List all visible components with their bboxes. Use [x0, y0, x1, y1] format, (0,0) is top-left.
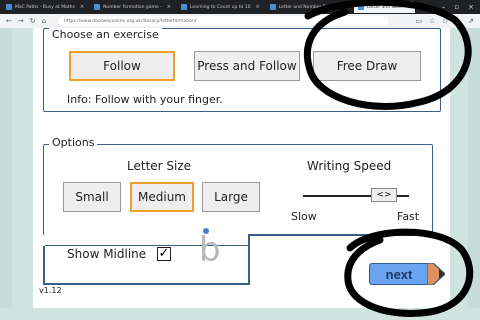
options-step-border — [248, 234, 433, 236]
reading-view-icon[interactable]: ▭ — [415, 17, 422, 25]
close-icon[interactable]: × — [80, 4, 84, 10]
browser-tab[interactable]: Letter and Number Format × — [266, 1, 352, 13]
next-button[interactable]: next — [369, 263, 429, 285]
show-midline-label: Show Midline — [67, 247, 147, 261]
options-group-title: Options — [49, 136, 98, 149]
back-icon[interactable]: ← — [6, 17, 12, 25]
preview-letter: b — [199, 230, 221, 270]
writing-speed-label: Writing Speed — [307, 159, 392, 173]
version-label: v1.12 — [39, 286, 62, 295]
favorite-star-icon[interactable]: ☆ — [429, 17, 435, 25]
left-gutter — [0, 28, 12, 308]
close-icon[interactable]: × — [344, 4, 348, 10]
options-left-border-extension — [43, 244, 45, 284]
tab-favicon-icon — [180, 4, 187, 10]
tab-label: Learning to Count up to 10 — [189, 4, 251, 10]
close-icon[interactable]: × — [167, 4, 171, 10]
tab-label: Letter and Number Format — [278, 4, 339, 10]
tab-label: MaC Paths - Busy at Maths — [15, 4, 75, 10]
url-text: https://www.doorwayonline.org.uk/literac… — [64, 18, 197, 24]
options-bottom-border — [43, 283, 250, 285]
follow-button[interactable]: Follow — [69, 51, 175, 81]
browser-tab[interactable]: MaC Paths - Busy at Maths × — [2, 1, 88, 13]
share-icon[interactable]: ⇗ — [468, 17, 474, 25]
letter-formation-app: Choose an exercise Follow Press and Foll… — [33, 28, 450, 308]
options-notch-mask — [248, 234, 438, 248]
close-icon[interactable]: × — [255, 4, 259, 10]
size-medium-button[interactable]: Medium — [130, 182, 194, 212]
exercise-info: Info: Follow with your finger. — [67, 93, 223, 106]
close-window-icon[interactable]: × — [468, 3, 474, 11]
browser-tab[interactable]: Number formation game - × — [90, 1, 175, 13]
browser-tab-bar: MaC Paths - Busy at Maths × Number format… — [0, 0, 480, 14]
free-draw-button[interactable]: Free Draw — [313, 51, 421, 81]
tab-label: Number formation game - — [103, 4, 162, 10]
minimize-icon[interactable]: – — [442, 3, 446, 11]
browser-tab-active[interactable]: Letter and Num × — [353, 1, 416, 13]
url-field[interactable]: https://www.doorwayonline.org.uk/literac… — [58, 16, 389, 26]
reload-icon[interactable]: ↻ — [30, 17, 36, 25]
home-icon[interactable]: ⌂ — [42, 17, 46, 25]
border-gap — [43, 235, 45, 246]
show-midline-checkbox[interactable]: ✓ — [157, 247, 171, 261]
letter-preview: b — [199, 228, 229, 272]
tab-favicon-icon — [269, 4, 276, 10]
address-bar-row: ← → ↻ ⌂ https://www.doorwayonline.org.uk… — [0, 14, 480, 28]
forward-icon[interactable]: → — [18, 17, 24, 25]
tab-favicon-icon — [357, 4, 364, 10]
size-large-button[interactable]: Large — [202, 182, 260, 212]
toolbar-icons: ▭ ☆ ✩ ✎ ⇗ — [415, 17, 474, 25]
close-icon[interactable]: × — [407, 4, 411, 10]
pen-icon[interactable]: ✎ — [455, 17, 461, 25]
tab-label: Letter and Num — [366, 4, 403, 10]
browser-tab[interactable]: Learning to Count up to 10 × — [177, 1, 264, 13]
favorites-icon[interactable]: ✩ — [442, 17, 448, 25]
maximize-icon[interactable]: ▫ — [454, 3, 459, 11]
slider-thumb[interactable]: <> — [371, 188, 397, 202]
tab-favicon-icon — [6, 4, 12, 10]
letter-size-label: Letter Size — [127, 159, 192, 173]
pencil-tip-icon[interactable] — [427, 263, 445, 285]
window-controls: – ▫ × — [442, 3, 480, 11]
size-small-button[interactable]: Small — [63, 182, 121, 212]
press-and-follow-button[interactable]: Press and Follow — [194, 51, 300, 81]
speed-slow-label: Slow — [291, 210, 317, 223]
right-gutter — [468, 28, 480, 308]
exercise-group-title: Choose an exercise — [49, 28, 162, 41]
options-notch-border — [248, 234, 250, 284]
writing-speed-slider[interactable]: <> — [303, 188, 409, 204]
tab-favicon-icon — [94, 4, 101, 10]
speed-fast-label: Fast — [397, 210, 420, 223]
